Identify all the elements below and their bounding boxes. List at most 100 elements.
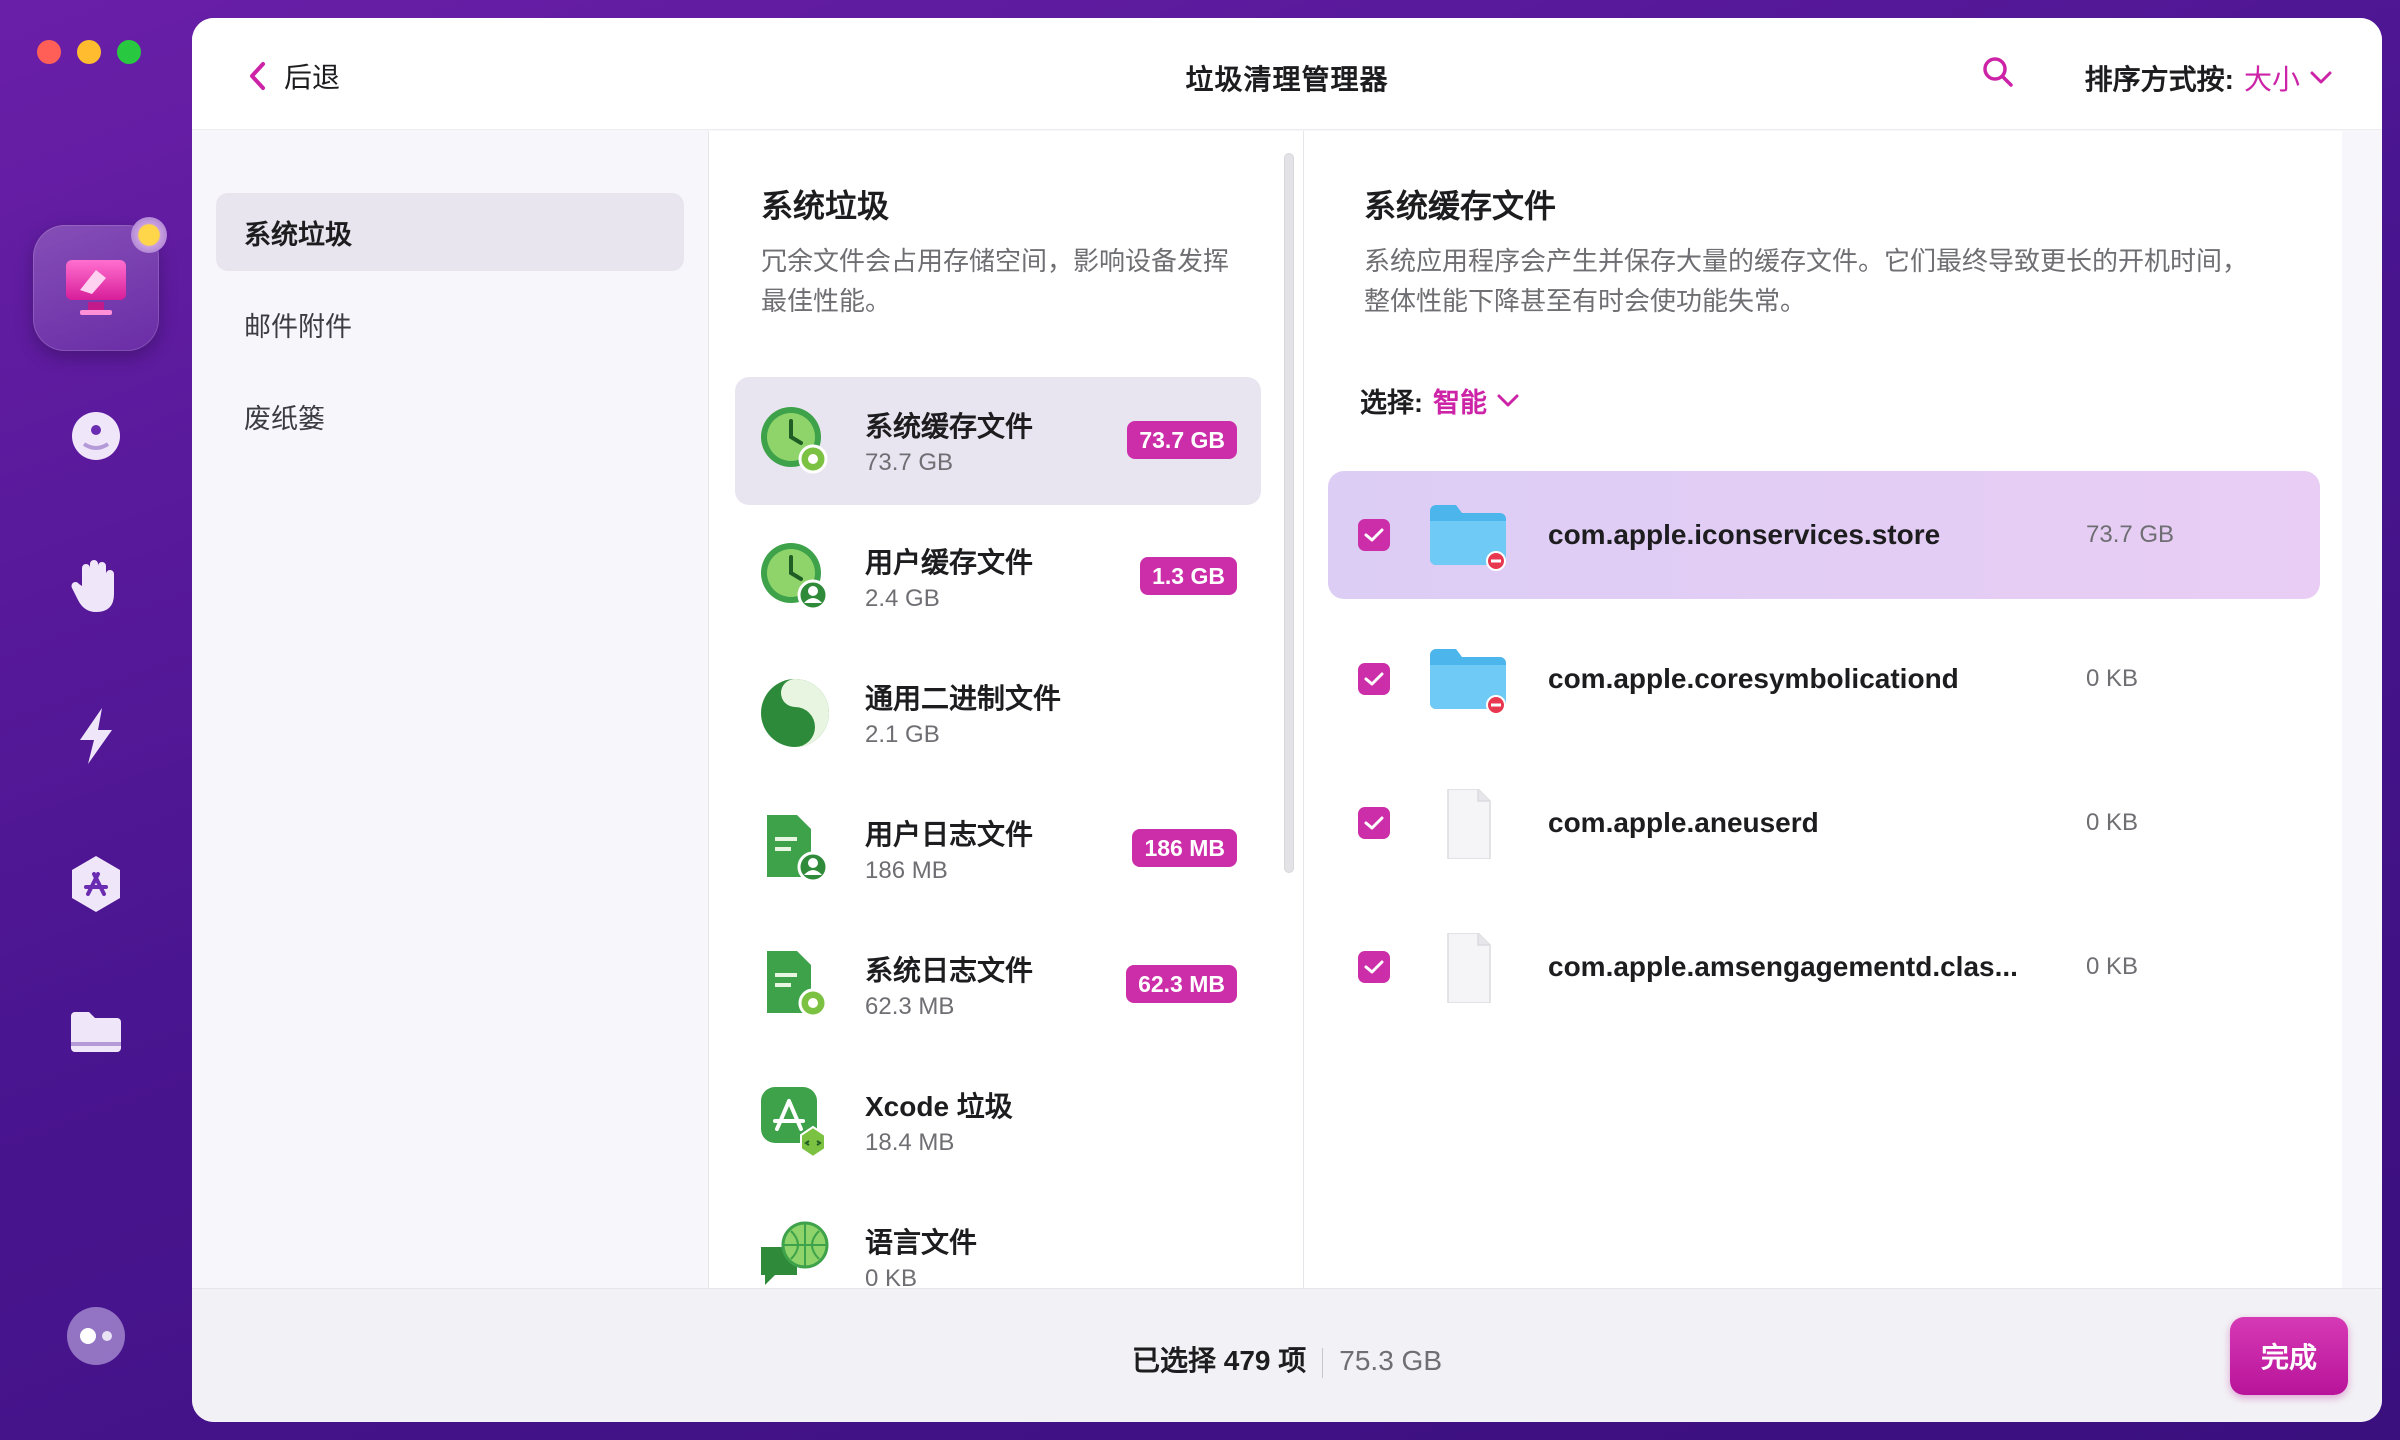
category-name: 系统日志文件: [865, 955, 1034, 986]
file-name: com.apple.aneuserd: [1548, 807, 1819, 838]
speed-module-button[interactable]: [60, 700, 132, 772]
file-row[interactable]: com.apple.amsengagementd.clas... 0 KB: [1328, 903, 2320, 1031]
select-label: 选择:: [1360, 388, 1423, 418]
category-name: 系统缓存文件: [865, 411, 1034, 442]
app-sidebar: [0, 0, 192, 1440]
file-size: 0 KB: [2086, 665, 2139, 692]
list-item-system-cache[interactable]: 系统缓存文件 73.7 GB 73.7 GB: [735, 377, 1261, 505]
file-name: com.apple.iconservices.store: [1548, 519, 1941, 550]
section-description: 冗余文件会占用存储空间，影响设备发挥最佳性能。: [761, 246, 1230, 316]
file-checkbox[interactable]: [1358, 807, 1390, 839]
file-name: com.apple.coresymbolicationd: [1548, 663, 1959, 694]
category-name: 用户日志文件: [865, 819, 1034, 850]
sort-label: 排序方式按:: [2084, 64, 2234, 95]
file-detail-panel: 系统缓存文件 系统应用程序会产生并保存大量的缓存文件。它们最终导致更长的开机时间…: [1304, 131, 2342, 1306]
selected-size-badge: 73.7 GB: [1127, 421, 1237, 459]
detail-title: 系统缓存文件: [1364, 188, 1557, 224]
category-size: 18.4 MB: [865, 1129, 955, 1156]
done-button[interactable]: 完成: [2230, 1317, 2348, 1395]
protection-module-button[interactable]: [60, 550, 132, 622]
nav-item-label: 废纸篓: [244, 403, 325, 434]
nav-item-system-junk[interactable]: 系统垃圾: [216, 193, 684, 271]
checkmark-icon: [1364, 528, 1384, 542]
lightning-icon: [80, 708, 112, 764]
main-window: 后退 垃圾清理管理器 排序方式按: 大小 系统垃圾 邮件附件 废纸篓 系统垃圾 …: [192, 18, 2382, 1422]
selected-size-badge: 62.3 MB: [1126, 965, 1237, 1003]
list-item-xcode-junk[interactable]: Xcode 垃圾 18.4 MB: [735, 1057, 1261, 1185]
binary-icon: [761, 679, 829, 747]
nav-item-trash[interactable]: 废纸篓: [216, 377, 684, 455]
select-mode-control[interactable]: 选择: 智能: [1360, 381, 1519, 420]
footer-bar: 已选择 479 项 75.3 GB 完成: [192, 1288, 2382, 1422]
folder-drive-icon: [71, 1012, 121, 1052]
checkmark-icon: [1364, 672, 1384, 686]
category-name: 通用二进制文件: [865, 683, 1062, 714]
detail-description: 系统应用程序会产生并保存大量的缓存文件。它们最终导致更长的开机时间，整体性能下降…: [1364, 246, 2249, 316]
nav-item-label: 系统垃圾: [244, 219, 352, 250]
globe-chat-icon: [761, 1221, 829, 1285]
clock-gear-icon: [761, 407, 828, 474]
list-item-universal-binaries[interactable]: 通用二进制文件 2.1 GB: [735, 649, 1261, 777]
category-name: Xcode 垃圾: [865, 1091, 1013, 1122]
junk-category-list: 系统垃圾 冗余文件会占用存储空间，影响设备发挥最佳性能。 系统缓存文件 73.7…: [708, 131, 1304, 1306]
folder-icon: [1430, 649, 1506, 715]
file-icon: [1447, 789, 1491, 859]
monitor-clean-icon: [66, 260, 126, 315]
category-size: 186 MB: [865, 857, 948, 884]
selected-size-badge: 1.3 GB: [1140, 557, 1237, 595]
selected-count: 已选择 479 项: [1131, 1345, 1307, 1376]
privacy-module-button[interactable]: [60, 400, 132, 472]
selected-size-badge: 186 MB: [1132, 829, 1237, 867]
app-store-icon: [72, 856, 120, 912]
files-module-button[interactable]: [60, 996, 132, 1068]
category-size: 2.1 GB: [865, 721, 940, 748]
chevron-down-icon: [2310, 71, 2332, 84]
file-row[interactable]: com.apple.iconservices.store 73.7 GB: [1328, 471, 2320, 599]
clock-user-icon: [761, 543, 829, 611]
search-button[interactable]: [1982, 56, 2014, 93]
doc-gear-icon: [767, 951, 828, 1018]
file-row[interactable]: com.apple.coresymbolicationd 0 KB: [1328, 615, 2320, 743]
category-scrollbar[interactable]: [1284, 153, 1294, 873]
sort-control[interactable]: 排序方式按: 大小: [2085, 58, 2332, 98]
nav-item-mail-attachments[interactable]: 邮件附件: [216, 285, 684, 363]
file-row[interactable]: com.apple.aneuserd 0 KB: [1328, 759, 2320, 887]
apps-module-button[interactable]: [60, 848, 132, 920]
notification-dot: [131, 217, 167, 253]
list-item-user-cache[interactable]: 用户缓存文件 2.4 GB 1.3 GB: [735, 513, 1261, 641]
sort-value[interactable]: 大小: [2244, 58, 2300, 98]
list-item-user-logs[interactable]: 用户日志文件 186 MB 186 MB: [735, 785, 1261, 913]
file-checkbox[interactable]: [1358, 519, 1390, 551]
category-nav: 系统垃圾 邮件附件 废纸篓: [192, 131, 708, 1306]
file-checkbox[interactable]: [1358, 663, 1390, 695]
window-title: 垃圾清理管理器: [1185, 64, 1389, 95]
file-checkbox[interactable]: [1358, 951, 1390, 983]
category-size: 2.4 GB: [865, 585, 940, 612]
list-item-system-logs[interactable]: 系统日志文件 62.3 MB 62.3 MB: [735, 921, 1261, 1049]
divider: [1322, 1347, 1324, 1378]
checkmark-icon: [1364, 960, 1384, 974]
file-icon: [1447, 933, 1491, 1003]
search-icon: [1983, 57, 2013, 87]
doc-user-icon: [767, 815, 829, 883]
face-scan-icon: [72, 412, 120, 460]
section-title: 系统垃圾: [761, 188, 890, 224]
category-name: 语言文件: [865, 1227, 978, 1258]
checkmark-icon: [1364, 816, 1384, 830]
assistant-icon: [67, 1307, 125, 1365]
nav-item-label: 邮件附件: [244, 311, 352, 342]
select-value[interactable]: 智能: [1433, 381, 1487, 420]
category-size: 73.7 GB: [865, 449, 954, 476]
selected-total-size: 75.3 GB: [1339, 1345, 1442, 1376]
assistant-button[interactable]: [60, 1300, 132, 1372]
file-size: 0 KB: [2086, 809, 2139, 836]
xcode-icon: [761, 1087, 826, 1159]
title-bar: 后退 垃圾清理管理器 排序方式按: 大小: [192, 18, 2382, 130]
file-name: com.apple.amsengagementd.clas...: [1548, 951, 2018, 982]
folder-icon: [1430, 505, 1506, 571]
category-size: 62.3 MB: [865, 993, 955, 1020]
category-name: 用户缓存文件: [865, 547, 1034, 578]
selection-summary: 已选择 479 项 75.3 GB: [192, 1339, 2382, 1379]
hand-icon: [71, 560, 114, 612]
cleanup-module-button[interactable]: [33, 217, 167, 351]
